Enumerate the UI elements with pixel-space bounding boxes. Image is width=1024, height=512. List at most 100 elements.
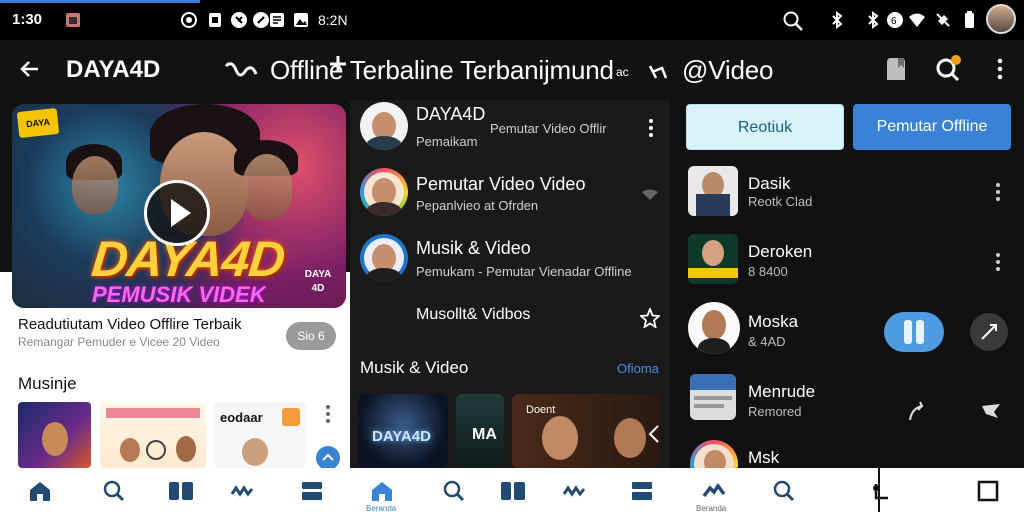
star-icon[interactable]: [640, 308, 660, 328]
offline-player-button[interactable]: Pemutar Offline: [853, 104, 1011, 150]
mini-thumbnail[interactable]: [18, 402, 91, 468]
bluetooth-icon: [828, 11, 846, 29]
list-item-title[interactable]: Musollt& Vidbos: [416, 306, 530, 324]
item-title[interactable]: Deroken: [748, 242, 812, 262]
video-thumbnail-label: DAYA4D: [372, 428, 431, 445]
mini-thumbnail[interactable]: eodaar: [214, 402, 306, 468]
svg-text:ac: ac: [616, 65, 629, 79]
list-item-subtitle: Pepanlvieo at Ofrden: [416, 198, 539, 213]
library-icon[interactable]: [168, 480, 194, 502]
music-icon[interactable]: [230, 480, 254, 502]
square-icon[interactable]: [976, 480, 1000, 502]
more-icon[interactable]: [647, 118, 655, 138]
cast-icon: [180, 11, 198, 29]
fab-button[interactable]: [316, 446, 340, 470]
video-thumbnail-label: MA: [472, 426, 497, 443]
item-title[interactable]: Moska: [748, 312, 798, 332]
music-icon[interactable]: [562, 480, 586, 502]
more-icon[interactable]: [994, 252, 1002, 272]
search-icon[interactable]: [772, 480, 796, 502]
queue-icon[interactable]: [300, 480, 324, 502]
bookmark-icon[interactable]: [884, 56, 908, 82]
item-title[interactable]: Menrude: [748, 382, 815, 402]
data-icon: 6: [886, 11, 904, 29]
news-icon: [268, 11, 286, 29]
pause-toggle[interactable]: [884, 312, 944, 352]
app-subtitle-video: @Video: [682, 55, 774, 85]
featured-video-thumbnail[interactable]: DAYA DAYA4D PEMUSIK VIDEK DAYA 4D: [12, 104, 346, 308]
list-item-title[interactable]: DAYA4D: [416, 104, 485, 125]
list-item-title[interactable]: Pemutar Video Video: [416, 174, 585, 195]
avatar[interactable]: [360, 168, 408, 216]
mini-thumbnail[interactable]: [100, 402, 206, 468]
item-thumbnail[interactable]: [690, 374, 736, 420]
item-title[interactable]: Msk: [748, 448, 779, 468]
loading-line: [0, 0, 200, 3]
video-thumbnail[interactable]: DAYA4D: [358, 394, 448, 468]
add-icon[interactable]: [328, 54, 348, 74]
search-notification-icon[interactable]: [934, 54, 964, 82]
battery-icon: [960, 11, 978, 29]
status-time: 1:30: [12, 11, 43, 28]
list-item-extra: Pemutar Video Offlir: [490, 121, 607, 136]
wifi-icon: [908, 11, 926, 29]
music-icon[interactable]: [702, 480, 726, 502]
svg-text:6: 6: [891, 16, 897, 27]
search-icon[interactable]: [442, 480, 466, 502]
left-section-title: Musinje: [18, 374, 77, 393]
featured-subtitle: Remangar Pemuder e Vicee 20 Video: [18, 335, 220, 349]
sim-icon: [206, 11, 224, 29]
queue-icon[interactable]: [630, 480, 654, 502]
sparkle-icon: ac: [616, 62, 674, 82]
profile-avatar[interactable]: [986, 4, 1016, 34]
avatar[interactable]: [690, 440, 738, 468]
list-item-subtitle: Pemukam - Pemutar Vienadar Offline: [416, 264, 632, 279]
item-subtitle: Reotk Clad: [748, 194, 813, 209]
cast-small-icon[interactable]: [978, 402, 1004, 420]
chevron-down-icon[interactable]: [640, 188, 660, 202]
chevron-left-icon[interactable]: [646, 424, 660, 444]
video-thumbnail[interactable]: Doent: [512, 394, 660, 468]
thumbnail-corner-logo: DAYA 4D: [304, 269, 332, 294]
thumbnail-tagline: PEMUSIK VIDEK: [92, 282, 266, 307]
nav-label-home: Beranda: [366, 504, 397, 512]
mute-icon: [934, 11, 952, 29]
whatsapp-icon: [230, 11, 248, 29]
back-icon[interactable]: [870, 480, 894, 502]
item-subtitle: & 4AD: [748, 334, 786, 349]
search-icon[interactable]: [102, 480, 126, 502]
more-icon[interactable]: [322, 404, 334, 424]
photo-icon: [292, 11, 310, 29]
item-thumbnail[interactable]: [688, 234, 738, 284]
featured-chip[interactable]: Sio 6: [286, 322, 336, 350]
secondary-button[interactable]: Reotiuk: [686, 104, 844, 150]
more-icon[interactable]: [994, 182, 1002, 202]
share-arrow-icon[interactable]: [906, 400, 928, 422]
play-button[interactable]: [144, 180, 210, 246]
video-thumbnail-label: Doent: [526, 404, 556, 416]
video-thumbnail[interactable]: MA: [456, 394, 504, 468]
item-thumbnail[interactable]: [688, 166, 738, 216]
back-arrow-icon[interactable]: [18, 57, 42, 81]
bluetooth-icon: [864, 11, 882, 29]
avatar[interactable]: [688, 302, 740, 354]
section-title: Musik & Video: [360, 358, 469, 377]
featured-title[interactable]: Readutiutam Video Offlire Terbaik: [18, 316, 241, 333]
library-icon[interactable]: [500, 480, 526, 502]
list-item-title[interactable]: Musik & Video: [416, 238, 531, 259]
item-title[interactable]: Dasik: [748, 174, 791, 194]
home-icon[interactable]: [370, 480, 394, 502]
nav-label: Beranda: [696, 504, 727, 512]
more-icon[interactable]: [996, 58, 1004, 80]
edit-button[interactable]: [970, 313, 1008, 351]
share-icon[interactable]: [224, 58, 258, 82]
app-subtitle: Offline Terbaline Terbanijmund: [270, 55, 614, 85]
avatar[interactable]: [360, 234, 408, 282]
item-subtitle: 8 8400: [748, 264, 788, 279]
gallery-icon: [64, 11, 82, 29]
avatar[interactable]: [360, 102, 408, 150]
search-icon[interactable]: [782, 10, 804, 32]
thumbnail-badge: DAYA: [16, 107, 60, 139]
section-link[interactable]: Ofioma: [617, 361, 659, 376]
home-icon[interactable]: [28, 480, 52, 502]
